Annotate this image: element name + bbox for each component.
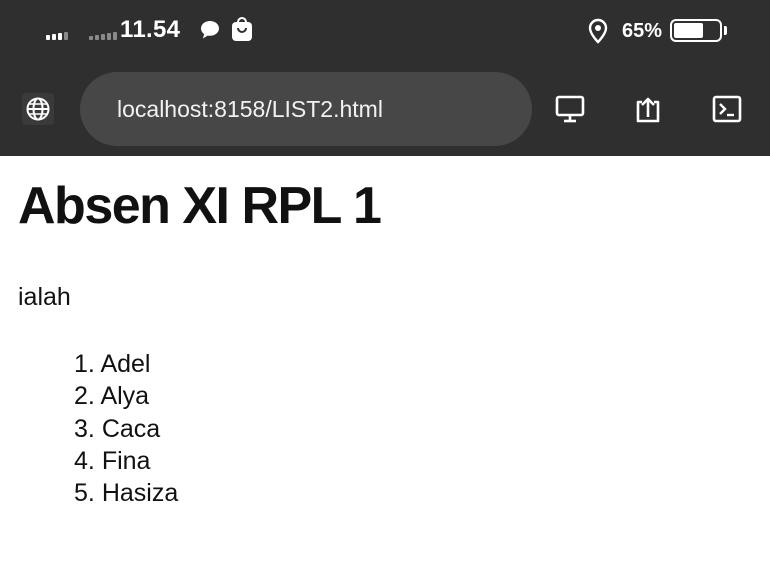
name-list: 1. Adel 2. Alya 3. Caca 4. Fina 5. Hasiz…: [74, 348, 178, 509]
signal-icon: [89, 32, 117, 40]
list-item: 4. Fina: [74, 445, 178, 477]
browser-top-bar: 11.54 65% localhost:8158/LIST2.html: [0, 0, 770, 156]
list-marker: 4.: [74, 446, 95, 475]
list-marker: 1.: [74, 350, 95, 378]
list-marker: 5.: [74, 479, 95, 508]
list-item: 1. Adel: [74, 348, 178, 380]
address-bar[interactable]: localhost:8158/LIST2.html: [80, 72, 532, 146]
status-bar: 11.54 65%: [0, 0, 770, 62]
battery-tip: [724, 26, 727, 35]
address-bar-url[interactable]: localhost:8158/LIST2.html: [117, 96, 383, 123]
battery-percent: 65%: [622, 20, 663, 42]
list-item-name: Adel: [100, 350, 151, 378]
list-item-name: Caca: [101, 414, 161, 443]
web-page: Absen XI RPL 1 ialah 1. Adel 2. Alya 3. …: [0, 156, 770, 582]
page-title: Absen XI RPL 1: [18, 177, 382, 235]
list-marker: 3.: [74, 414, 95, 443]
location-icon: [588, 18, 608, 44]
desktop-mode-button[interactable]: [553, 92, 587, 126]
list-item-name: Fina: [101, 446, 151, 475]
list-item: 2. Alya: [74, 380, 178, 412]
desktop-icon: [555, 95, 585, 123]
list-item: 5. Hasiza: [74, 477, 178, 509]
console-button[interactable]: [710, 92, 744, 126]
battery-level: [674, 23, 703, 38]
signal-icon: [46, 32, 68, 40]
terminal-icon: [712, 95, 742, 123]
list-item-name: Hasiza: [101, 479, 179, 508]
list-item: 3. Caca: [74, 413, 178, 445]
status-time: 11.54: [120, 16, 181, 43]
share-icon: [636, 97, 660, 123]
list-marker: 2.: [74, 382, 95, 411]
globe-icon: [26, 97, 50, 121]
list-item-name: Alya: [100, 382, 150, 411]
site-info-button[interactable]: [22, 93, 54, 125]
battery-icon: [670, 19, 722, 42]
chat-icon: [201, 21, 219, 39]
share-button[interactable]: [631, 92, 665, 126]
shopping-bag-icon: [232, 17, 252, 41]
intro-text: ialah: [18, 283, 71, 311]
